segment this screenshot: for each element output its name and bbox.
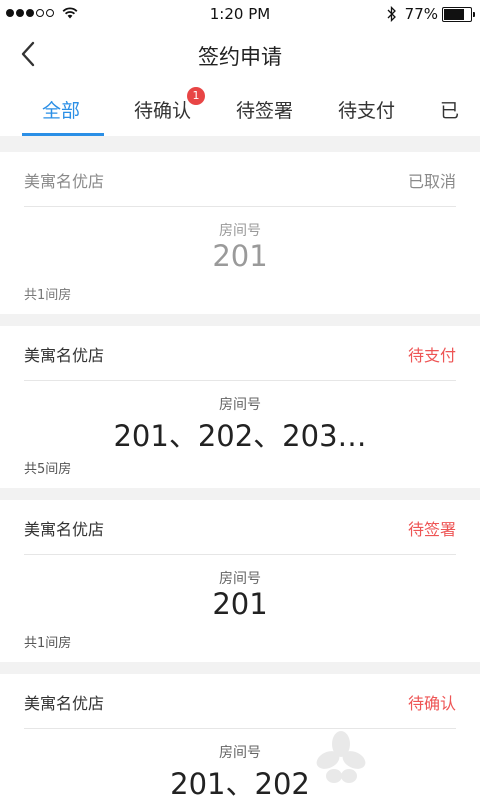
watermark-subtext: 7YZ.COM xyxy=(370,766,433,780)
room-count: 共5间房 xyxy=(24,462,72,477)
status-badge: 已取消 xyxy=(407,172,456,191)
store-name: 美寓名优店 xyxy=(24,520,105,539)
room-numbers: 201 xyxy=(212,587,268,621)
card-header: 美寓名优店 待确认 xyxy=(24,674,456,729)
status-badge: 待支付 xyxy=(407,346,456,365)
room-label: 房间号 xyxy=(219,223,261,239)
tab-label: 全部 xyxy=(42,100,81,122)
battery-percent: 77% xyxy=(404,5,438,23)
tab-more[interactable]: 已 xyxy=(440,96,459,123)
battery-icon xyxy=(442,6,475,22)
tab-pending-payment[interactable]: 待支付 xyxy=(338,96,395,123)
card-header: 美寓名优店 待签署 xyxy=(24,500,456,555)
status-bar: 1:20 PM 77% xyxy=(0,0,480,28)
order-card[interactable]: 美寓名优店 待支付 房间号 201、202、203… 共5间房 xyxy=(0,326,480,488)
leaf-logo-icon xyxy=(316,731,366,783)
status-badge: 待签署 xyxy=(407,520,456,539)
card-header: 美寓名优店 已取消 xyxy=(24,152,456,207)
page-title: 签约申请 xyxy=(198,45,282,69)
room-count: 共1间房 xyxy=(24,636,72,651)
notification-badge: 1 xyxy=(187,87,206,105)
status-tabs: 全部 待确认 1 待签署 待支付 已 xyxy=(0,80,480,136)
tab-label: 待确认 xyxy=(134,100,192,122)
room-numbers: 201 xyxy=(212,239,268,273)
tab-pending-confirm[interactable]: 待确认 1 xyxy=(134,87,206,123)
store-name: 美寓名优店 xyxy=(24,172,105,191)
app-screen: 1:20 PM 77% 签约申请 全部 待确认 1 待签署 待支付 已 美寓名优… xyxy=(0,0,480,800)
room-label: 房间号 xyxy=(219,397,261,413)
order-card[interactable]: 美寓名优店 已取消 房间号 201 共1间房 xyxy=(0,152,480,314)
room-numbers: 201、202、203… xyxy=(113,419,367,453)
active-tab-indicator xyxy=(22,133,104,136)
tab-label: 待签署 xyxy=(236,100,294,122)
tab-all[interactable]: 全部 xyxy=(42,96,80,123)
room-label: 房间号 xyxy=(219,571,261,587)
store-name: 美寓名优店 xyxy=(24,694,105,713)
nav-bar: 签约申请 xyxy=(0,28,480,80)
bluetooth-icon xyxy=(387,6,396,22)
status-badge: 待确认 xyxy=(407,694,456,713)
tab-pending-sign[interactable]: 待签署 xyxy=(236,96,293,123)
card-header: 美寓名优店 待支付 xyxy=(24,326,456,381)
watermark: 七叶子 7YZ.COM xyxy=(316,730,466,790)
tab-label: 待支付 xyxy=(338,100,396,122)
battery-level xyxy=(444,8,464,20)
order-card[interactable]: 美寓名优店 待签署 房间号 201 共1间房 xyxy=(0,500,480,662)
store-name: 美寓名优店 xyxy=(24,346,105,365)
battery-cap xyxy=(473,11,475,17)
room-count: 共1间房 xyxy=(24,288,72,303)
tab-label: 已 xyxy=(440,100,460,122)
